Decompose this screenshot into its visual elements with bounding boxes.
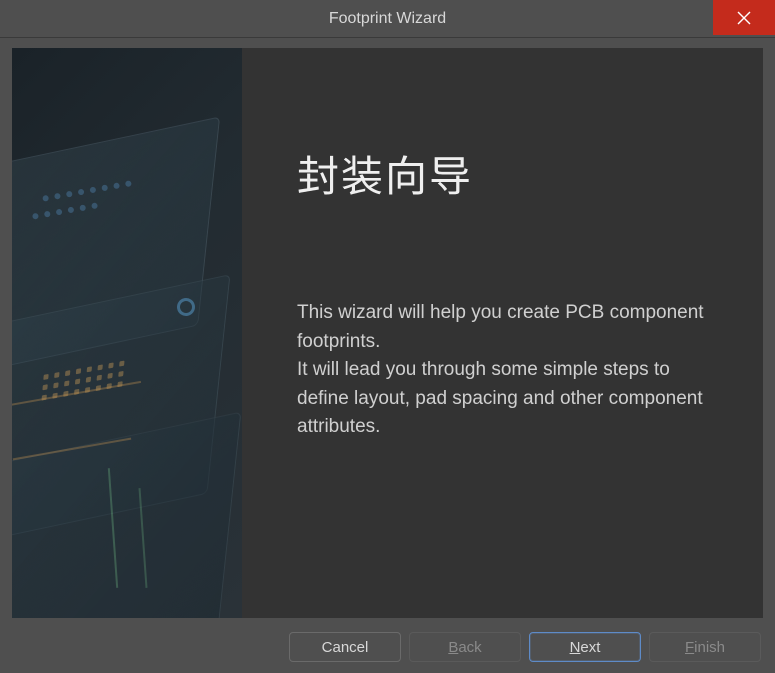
wizard-panel: 封装向导 This wizard will help you create PC… bbox=[12, 48, 763, 618]
wizard-graphic bbox=[12, 48, 242, 618]
button-row: Cancel Back Next Finish bbox=[0, 618, 775, 662]
finish-button: Finish bbox=[649, 632, 761, 662]
close-button[interactable] bbox=[713, 0, 775, 35]
next-button[interactable]: Next bbox=[529, 632, 641, 662]
description-line-1: This wizard will help you create PCB com… bbox=[297, 302, 704, 352]
wizard-text: 封装向导 This wizard will help you create PC… bbox=[242, 48, 763, 618]
wizard-heading: 封装向导 bbox=[297, 143, 713, 204]
wizard-description: This wizard will help you create PCB com… bbox=[297, 299, 713, 442]
title-bar: Footprint Wizard bbox=[0, 0, 775, 38]
window-title: Footprint Wizard bbox=[329, 10, 446, 28]
back-button: Back bbox=[409, 632, 521, 662]
description-line-2: It will lead you through some simple ste… bbox=[297, 359, 703, 437]
close-icon bbox=[737, 11, 751, 25]
cancel-button[interactable]: Cancel bbox=[289, 632, 401, 662]
content-area: 封装向导 This wizard will help you create PC… bbox=[0, 38, 775, 618]
